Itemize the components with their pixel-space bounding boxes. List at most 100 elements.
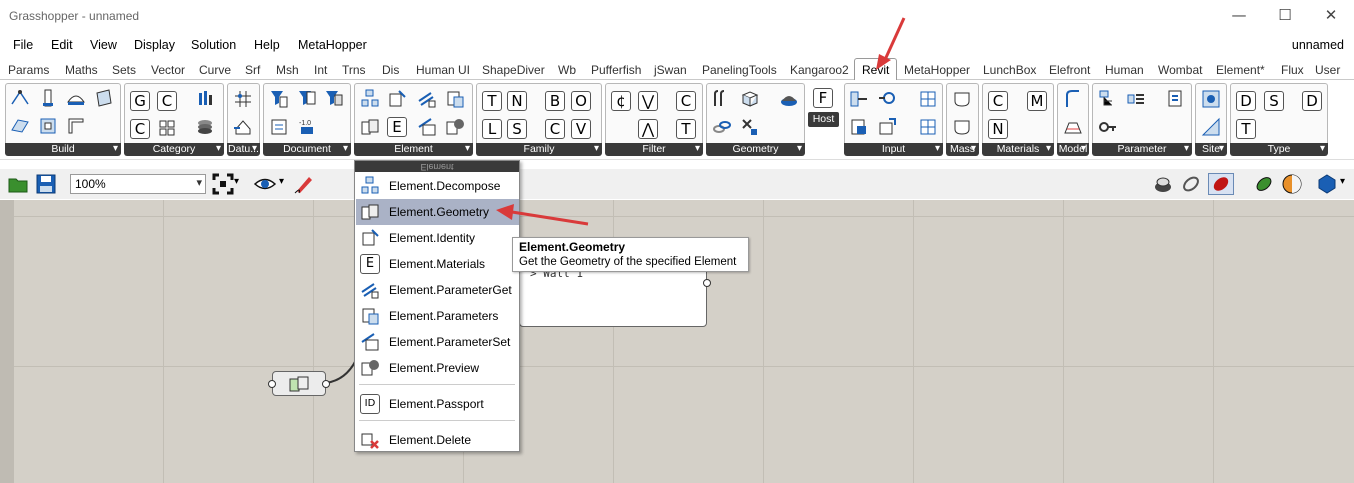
filter-and-button[interactable]: ⋀ — [638, 119, 658, 139]
preview-eye-icon[interactable] — [253, 173, 277, 195]
parameter-key-icon[interactable] — [1098, 117, 1118, 137]
menu-view[interactable]: View — [90, 38, 117, 52]
element-params-icon[interactable] — [445, 89, 465, 109]
point-icon[interactable] — [10, 88, 30, 108]
geometry-link-icon[interactable] — [712, 117, 732, 137]
roof-icon[interactable] — [66, 88, 86, 108]
group-label-datum[interactable]: Datu... ▾ — [227, 143, 260, 156]
group-label-materials[interactable]: Materials ▾ — [982, 143, 1054, 156]
beam-icon[interactable] — [66, 116, 86, 136]
tab-metahopper[interactable]: MetaHopper — [904, 63, 970, 77]
document-version-icon[interactable]: -1.0 — [297, 117, 317, 137]
zoom-extents-icon[interactable] — [212, 173, 234, 195]
floor-icon[interactable] — [10, 116, 30, 136]
group-label-type[interactable]: Type ▾ — [1230, 143, 1328, 156]
category-c-button[interactable]: C — [157, 91, 177, 111]
type-s-button[interactable]: S — [1264, 91, 1284, 111]
family-b-button[interactable]: B — [545, 91, 565, 111]
element-decompose-icon[interactable] — [360, 89, 380, 109]
geometry-cube-icon[interactable] — [740, 89, 760, 109]
shaded-preview-icon[interactable] — [1152, 173, 1174, 195]
tab-jswan[interactable]: jSwan — [654, 63, 687, 77]
group-label-input[interactable]: Input ▾ — [844, 143, 943, 156]
element-preview-icon[interactable] — [445, 117, 465, 137]
tab-trns[interactable]: Trns — [342, 63, 366, 77]
input-face-icon[interactable] — [849, 117, 869, 137]
tab-revit[interactable]: Revit — [854, 58, 898, 81]
tab-lunchbox[interactable]: LunchBox — [983, 63, 1036, 77]
model-curve-icon[interactable] — [1063, 89, 1083, 109]
tab-maths[interactable]: Maths — [65, 63, 98, 77]
group-label-build[interactable]: Build ▾ — [5, 143, 121, 156]
filter-not-button[interactable]: ¢ — [611, 91, 631, 111]
menu-item-element-decompose[interactable]: Element.Decompose — [356, 173, 519, 199]
family-l-button[interactable]: L — [482, 119, 502, 139]
tab-wombat[interactable]: Wombat — [1158, 63, 1202, 77]
tab-element-star[interactable]: Element* — [1216, 63, 1265, 77]
display-chevron-down-icon[interactable]: ▾ — [1340, 176, 1350, 198]
menu-display[interactable]: Display — [134, 38, 175, 52]
group-label-geometry[interactable]: Geometry ▾ — [706, 143, 805, 156]
category-g-button[interactable]: G — [130, 91, 150, 111]
group-label-mass[interactable]: Mass ▾ — [946, 143, 979, 156]
group-label-family[interactable]: Family ▾ — [476, 143, 602, 156]
tab-dis[interactable]: Dis — [382, 63, 399, 77]
tab-user[interactable]: User — [1315, 63, 1340, 77]
tab-panelingtools[interactable]: PanelingTools — [702, 63, 777, 77]
group-label-host[interactable]: Host — [808, 112, 839, 127]
tab-human[interactable]: Human — [1105, 63, 1144, 77]
maximize-button[interactable]: ☐ — [1262, 0, 1308, 32]
category-types-icon[interactable] — [195, 89, 215, 109]
column-icon[interactable] — [38, 88, 58, 108]
menu-item-element-delete[interactable]: Element.Delete — [356, 427, 519, 453]
element-paramset-icon[interactable] — [417, 117, 437, 137]
ceiling-icon[interactable] — [38, 116, 58, 136]
tab-curve[interactable]: Curve — [199, 63, 231, 77]
menu-item-element-parameterset[interactable]: Element.ParameterSet — [356, 329, 519, 355]
mass-cup2-icon[interactable] — [952, 117, 972, 137]
group-label-parameter[interactable]: Parameter ▾ — [1092, 143, 1192, 156]
group-label-site[interactable]: Site ▾ — [1195, 143, 1227, 156]
menu-edit[interactable]: Edit — [51, 38, 73, 52]
grid-datum-icon[interactable] — [233, 89, 253, 109]
level-datum-icon[interactable] — [233, 117, 253, 137]
sketch-pen-icon[interactable] — [293, 173, 315, 195]
tab-wb[interactable]: Wb — [558, 63, 576, 77]
group-label-category[interactable]: Category ▾ — [124, 143, 224, 156]
materials-m-button[interactable]: M — [1027, 91, 1047, 111]
filter-or-button[interactable]: ⋁ — [638, 91, 658, 111]
type-d-button[interactable]: D — [1236, 91, 1256, 111]
tab-params[interactable]: Params — [8, 63, 49, 77]
group-label-document[interactable]: Document ▾ — [263, 143, 351, 156]
group-label-filter[interactable]: Filter ▾ — [605, 143, 703, 156]
site-location-icon[interactable] — [1201, 89, 1221, 109]
menu-help[interactable]: Help — [254, 38, 280, 52]
menu-item-element-parameters[interactable]: Element.Parameters — [356, 303, 519, 329]
input-grid2-icon[interactable] — [918, 117, 938, 137]
family-n-button[interactable]: N — [507, 91, 527, 111]
family-c-button[interactable]: C — [545, 119, 565, 139]
tab-srf[interactable]: Srf — [245, 63, 260, 77]
mass-cup-icon[interactable] — [952, 89, 972, 109]
tab-pufferfish[interactable]: Pufferfish — [591, 63, 641, 77]
group-label-element[interactable]: Element ▾ — [354, 143, 473, 156]
menu-item-element-preview[interactable]: Element.Preview — [356, 355, 519, 381]
element-identity-icon[interactable] — [387, 89, 407, 109]
material-preview-icon[interactable] — [1253, 173, 1275, 195]
materials-c-button[interactable]: C — [988, 91, 1008, 111]
element-geometry-icon[interactable] — [360, 117, 380, 137]
filter-c-button[interactable]: C — [676, 91, 696, 111]
wireframe-preview-icon[interactable] — [1180, 173, 1202, 195]
input-grid-icon[interactable] — [918, 89, 938, 109]
geometry-dome-icon[interactable] — [779, 89, 799, 109]
tab-sets[interactable]: Sets — [112, 63, 136, 77]
menu-item-element-parameterget[interactable]: Element.ParameterGet — [356, 277, 519, 303]
input-element-icon[interactable] — [849, 89, 869, 109]
minimize-button[interactable]: — — [1216, 0, 1262, 32]
parameter-tree-icon[interactable] — [1098, 89, 1118, 109]
tab-flux[interactable]: Flux — [1281, 63, 1304, 77]
model-plane-icon[interactable] — [1063, 117, 1083, 137]
sphere-preview-icon[interactable] — [1281, 173, 1303, 195]
zoom-select[interactable]: 100% ▾ — [70, 174, 206, 194]
menu-item-element-materials[interactable]: E Element.Materials — [356, 251, 519, 277]
